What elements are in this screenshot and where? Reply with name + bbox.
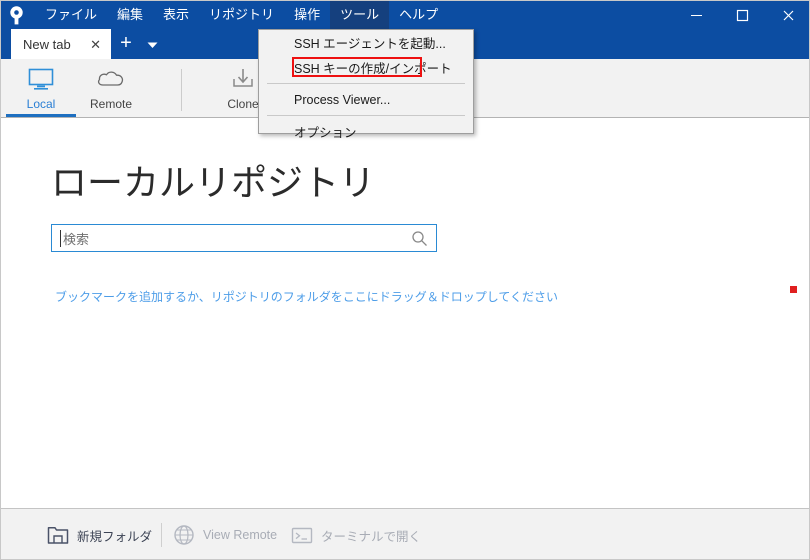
close-button[interactable] [765,1,809,29]
close-icon[interactable]: ✕ [89,36,102,53]
minimize-button[interactable] [673,1,719,29]
open-terminal-label: ターミナルで開く [321,529,422,544]
view-remote-button[interactable]: View Remote [173,521,277,549]
tab-label: New tab [23,36,71,52]
menu-item-process-viewer[interactable]: Process Viewer... [259,87,473,112]
chevron-down-icon[interactable] [143,40,161,50]
menu-help[interactable]: ヘルプ [389,1,448,29]
menu-separator-2 [267,115,465,116]
search-placeholder: 検索 [63,231,90,247]
cloud-icon [96,67,126,91]
new-tab-button[interactable]: + [114,33,138,55]
add-bookmark-hint-link[interactable]: ブックマークを追加するか、リポジトリのフォルダをここにドラッグ＆ドロップしてくだ… [55,288,558,305]
tab-new-tab[interactable]: New tab ✕ [11,29,111,59]
bottom-separator [161,523,162,547]
page-title: ローカルリポジトリ [51,162,376,203]
globe-icon [173,524,195,546]
menu-actions[interactable]: 操作 [284,1,330,29]
sourcetree-logo-icon [1,1,31,29]
menu-edit[interactable]: 編集 [107,1,153,29]
new-folder-icon [47,524,69,546]
monitor-icon [27,67,55,91]
toolbar-active-underline [6,114,76,117]
menu-item-options[interactable]: オプション [259,119,473,144]
toolbar-label-clone: Clone [227,97,259,111]
menu-separator-1 [267,83,465,84]
toolbar-separator [181,69,182,111]
toolbar-item-local[interactable]: Local [6,62,76,117]
view-remote-label: View Remote [203,528,278,542]
main-content: ローカルリポジトリ 検索 ブックマークを追加するか、リポジトリのフォルダをここに… [1,118,809,508]
open-terminal-button[interactable]: ターミナルで開く [291,521,421,549]
search-icon[interactable] [411,230,428,252]
tools-dropdown-menu: SSH エージェントを起動... SSH キーの作成/インポート Process… [258,29,474,140]
bottom-action-bar: 新規フォルダ View Remote ターミナルで開く [1,508,809,559]
title-bar: ファイル 編集 表示 リポジトリ 操作 ツール ヘルプ [1,1,809,29]
menu-view[interactable]: 表示 [153,1,199,29]
window-controls [673,1,809,29]
maximize-button[interactable] [719,1,765,29]
new-folder-label: 新規フォルダ [77,529,153,544]
menu-file[interactable]: ファイル [35,1,107,29]
menu-repository[interactable]: リポジトリ [199,1,284,29]
menu-tools[interactable]: ツール [330,1,390,29]
application-window: ファイル 編集 表示 リポジトリ 操作 ツール ヘルプ New tab ✕ + [0,0,810,560]
text-caret [60,230,61,247]
toolbar-label-local: Local [26,97,56,111]
menu-item-create-import-ssh-keys[interactable]: SSH キーの作成/インポート [259,55,473,80]
toolbar-item-remote[interactable]: Remote [76,62,146,117]
toolbar-label-remote: Remote [89,97,133,111]
menu-bar: ファイル 編集 表示 リポジトリ 操作 ツール ヘルプ [35,1,448,29]
new-folder-button[interactable]: 新規フォルダ [47,521,152,549]
terminal-icon [291,524,313,546]
clone-download-icon [230,67,256,91]
menu-item-start-ssh-agent[interactable]: SSH エージェントを起動... [259,30,473,55]
annotation-marker-dot [790,286,797,293]
search-input[interactable]: 検索 [51,224,437,252]
